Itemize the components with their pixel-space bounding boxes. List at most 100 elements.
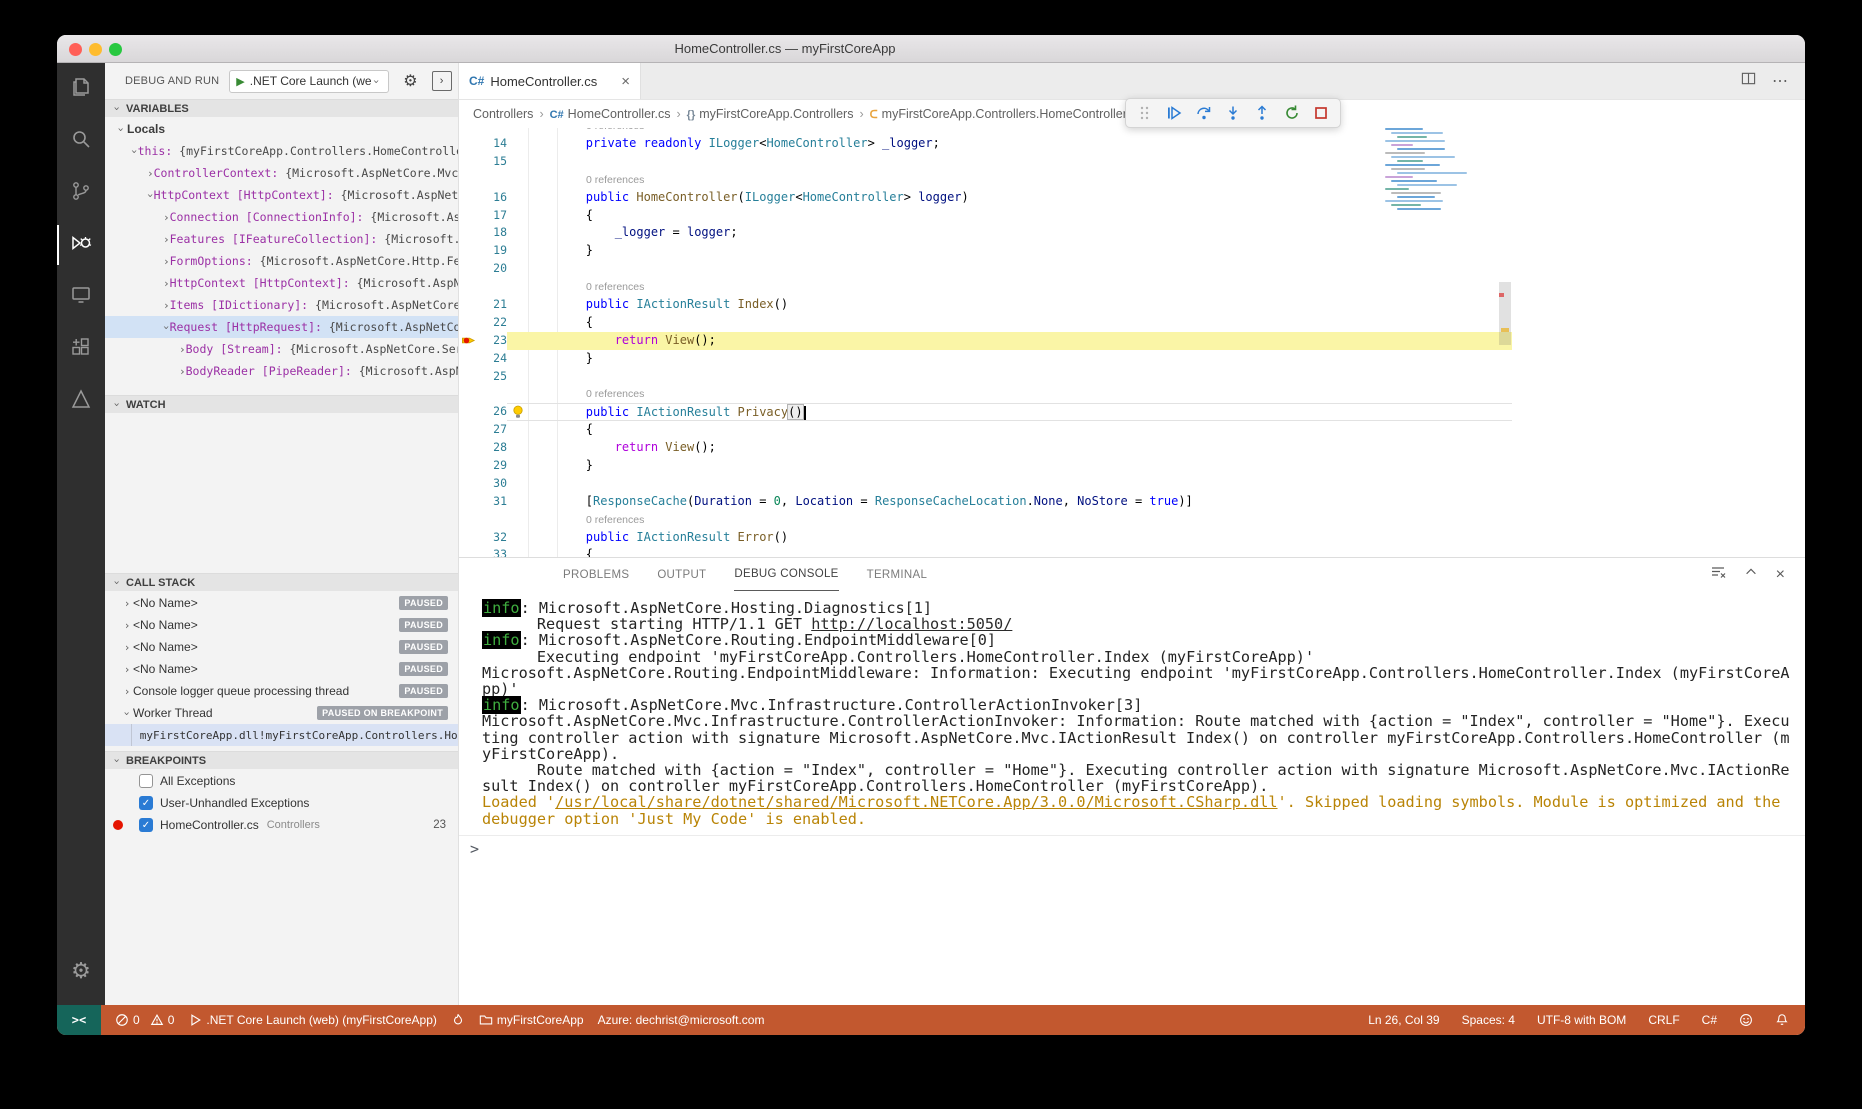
- activity-bar-item-extensions[interactable]: [57, 323, 105, 375]
- minimap[interactable]: [1381, 128, 1493, 248]
- breakpoint-row[interactable]: ✓ User-Unhandled Exceptions: [105, 792, 458, 814]
- code-line-16[interactable]: 16 public HomeController(ILogger<HomeCon…: [459, 189, 1512, 207]
- breakpoint-gutter[interactable]: [459, 260, 477, 278]
- variable-row[interactable]: › HttpContext [HttpContext]: {Microsoft.A…: [105, 184, 458, 206]
- breakpoint-gutter[interactable]: [459, 546, 477, 557]
- panel-tab-output[interactable]: OUTPUT: [657, 558, 706, 591]
- call-stack-thread[interactable]: › <No Name> PAUSED: [105, 658, 458, 680]
- activity-bar-item-explorer[interactable]: [57, 63, 105, 115]
- call-stack-thread[interactable]: › Worker Thread PAUSED ON BREAKPOINT: [105, 702, 458, 724]
- chevron-down-icon[interactable]: ›: [160, 324, 173, 331]
- breakpoint-row[interactable]: All Exceptions: [105, 770, 458, 792]
- code-line-22[interactable]: 22 {: [459, 314, 1512, 332]
- remote-indicator[interactable]: ><: [57, 1005, 101, 1035]
- variable-row[interactable]: › Request [HttpRequest]: {Microsoft.AspNe…: [105, 316, 458, 338]
- codelens[interactable]: 0 references: [459, 385, 1512, 403]
- chevron-right-icon[interactable]: ›: [163, 277, 170, 290]
- activity-bar-item-remote-explorer[interactable]: [57, 271, 105, 323]
- manage-gear-icon[interactable]: ⚙: [57, 945, 105, 997]
- variable-row[interactable]: › Body [Stream]: {Microsoft.AspNetCore.Se…: [105, 338, 458, 360]
- stop-button[interactable]: [1309, 101, 1334, 125]
- variable-row[interactable]: › FormOptions: {Microsoft.AspNetCore.Http…: [105, 250, 458, 272]
- chevron-right-icon[interactable]: ›: [163, 299, 170, 312]
- code-line-18[interactable]: 18 _logger = logger;: [459, 224, 1512, 242]
- code-line-30[interactable]: 30: [459, 475, 1512, 493]
- chevron-down-icon[interactable]: ›: [115, 123, 128, 135]
- continue-button[interactable]: [1161, 101, 1186, 125]
- code-line-15[interactable]: 15: [459, 153, 1512, 171]
- breakpoint-gutter[interactable]: [459, 189, 477, 207]
- activity-bar-item-azure[interactable]: [57, 375, 105, 427]
- chevron-right-icon[interactable]: ›: [163, 211, 170, 224]
- chevron-down-icon[interactable]: ›: [128, 148, 141, 155]
- call-stack-section-header[interactable]: › CALL STACK: [105, 573, 458, 591]
- tab-homecontroller[interactable]: C# HomeController.cs ×: [459, 63, 641, 99]
- breakpoint-gutter[interactable]: [459, 135, 477, 153]
- zoom-window-button[interactable]: [109, 43, 122, 56]
- close-window-button[interactable]: [69, 43, 82, 56]
- debug-console-input[interactable]: >: [459, 834, 1805, 858]
- variable-row[interactable]: › Locals: [105, 118, 458, 140]
- azure-account-status[interactable]: Azure: dechrist@microsoft.com: [598, 1013, 765, 1027]
- variable-row[interactable]: › HttpContext [HttpContext]: {Microsoft.A…: [105, 272, 458, 294]
- status-c-[interactable]: C#: [1702, 1013, 1717, 1027]
- status-crlf[interactable]: CRLF: [1648, 1013, 1679, 1027]
- breakpoints-section-header[interactable]: › BREAKPOINTS: [105, 751, 458, 769]
- breakpoint-gutter[interactable]: [459, 493, 477, 511]
- breakpoint-gutter[interactable]: [459, 475, 477, 493]
- code-line-17[interactable]: 17 {: [459, 207, 1512, 225]
- variable-row[interactable]: › Items [IDictionary]: {Microsoft.AspNetC…: [105, 294, 458, 316]
- code-line-25[interactable]: 25: [459, 368, 1512, 386]
- code-line-31[interactable]: 31 [ResponseCache(Duration = 0, Location…: [459, 493, 1512, 511]
- breakpoint-gutter[interactable]: [459, 529, 477, 547]
- status-utf-8-with-bom[interactable]: UTF-8 with BOM: [1537, 1013, 1626, 1027]
- chevron-right-icon[interactable]: ›: [147, 167, 154, 180]
- codelens[interactable]: 0 references: [459, 511, 1512, 529]
- code-line-27[interactable]: 27 {: [459, 421, 1512, 439]
- breakpoint-checkbox[interactable]: [139, 774, 153, 788]
- panel-tab-debug-console[interactable]: DEBUG CONSOLE: [734, 558, 839, 591]
- step-out-button[interactable]: [1250, 101, 1275, 125]
- launch-config-dropdown[interactable]: ▶ .NET Core Launch (web ›: [229, 69, 390, 93]
- notifications-bell-icon[interactable]: [1775, 1013, 1789, 1027]
- codelens[interactable]: 0 references: [459, 128, 1512, 135]
- step-over-button[interactable]: [1191, 101, 1216, 125]
- breakpoint-checkbox[interactable]: ✓: [139, 818, 153, 832]
- project-status[interactable]: myFirstCoreApp: [479, 1013, 584, 1027]
- feedback-smiley-icon[interactable]: [1739, 1013, 1753, 1027]
- code-line-19[interactable]: 19 }: [459, 242, 1512, 260]
- code-line-21[interactable]: 21 public IActionResult Index(): [459, 296, 1512, 314]
- breakpoint-row[interactable]: ✓ HomeController.cs Controllers 23: [105, 814, 458, 836]
- breakpoint-gutter[interactable]: [459, 403, 477, 421]
- chevron-right-icon[interactable]: ›: [121, 619, 133, 632]
- chevron-right-icon[interactable]: ›: [179, 343, 186, 356]
- minimize-window-button[interactable]: [89, 43, 102, 56]
- stack-frame-row[interactable]: myFirstCoreApp.dll!myFirstCoreApp.Contro…: [105, 724, 458, 746]
- variable-row[interactable]: › Features [IFeatureCollection]: {Microso…: [105, 228, 458, 250]
- problems-status[interactable]: 0 0: [115, 1013, 174, 1027]
- status-ln-26-col-39[interactable]: Ln 26, Col 39: [1368, 1013, 1439, 1027]
- breakpoint-gutter[interactable]: [459, 224, 477, 242]
- chevron-right-icon[interactable]: ›: [121, 685, 133, 698]
- call-stack-thread[interactable]: › Console logger queue processing thread P…: [105, 680, 458, 702]
- clear-console-icon[interactable]: [1710, 564, 1726, 585]
- chevron-right-icon[interactable]: ›: [121, 597, 133, 610]
- code-line-26[interactable]: 26 public IActionResult Privacy(): [459, 403, 1512, 422]
- breakpoint-gutter[interactable]: [459, 314, 477, 332]
- maximize-panel-icon[interactable]: [1744, 565, 1758, 584]
- chevron-right-icon[interactable]: ›: [179, 365, 186, 378]
- code-line-14[interactable]: 14 private readonly ILogger<HomeControll…: [459, 135, 1512, 153]
- watch-section-header[interactable]: › WATCH: [105, 395, 458, 413]
- close-tab-icon[interactable]: ×: [621, 73, 630, 90]
- code-line-23[interactable]: 23 return View();: [459, 331, 1512, 350]
- chevron-down-icon[interactable]: ›: [144, 192, 157, 199]
- chevron-down-icon[interactable]: ›: [121, 707, 134, 719]
- open-debug-console-icon[interactable]: ›: [431, 71, 452, 91]
- variable-row[interactable]: › ControllerContext: {Microsoft.AspNetCor…: [105, 162, 458, 184]
- code-line-28[interactable]: 28 return View();: [459, 439, 1512, 457]
- breakpoint-gutter[interactable]: [459, 153, 477, 171]
- breakpoint-checkbox[interactable]: ✓: [139, 796, 153, 810]
- deploy-status[interactable]: [451, 1013, 465, 1027]
- code-line-24[interactable]: 24 }: [459, 350, 1512, 368]
- breakpoint-gutter[interactable]: [459, 242, 477, 260]
